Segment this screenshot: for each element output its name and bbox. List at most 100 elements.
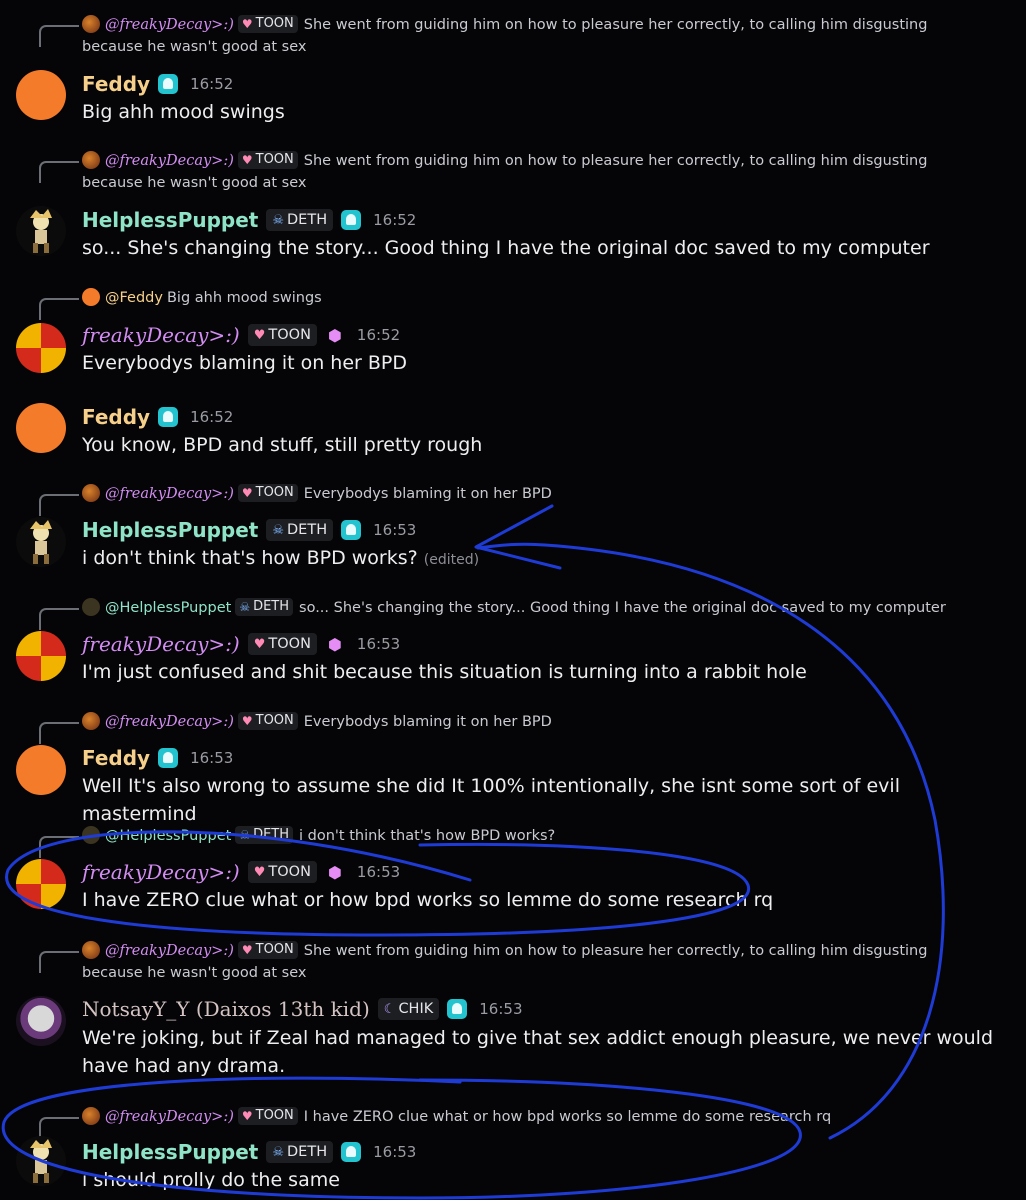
reply-tag-badge: ♥ TOON [237,941,298,959]
reply-author[interactable]: @HelplessPuppet [105,828,231,844]
reply-text: Big ahh mood swings [166,290,322,306]
ghost-badge-icon [341,210,362,230]
avatar[interactable] [16,996,66,1046]
reply-author[interactable]: @Feddy [105,290,163,306]
reply-preview[interactable]: @HelplessPuppet ☠ DETH so... She's changing… [82,597,986,619]
message[interactable]: @freakyDecay>:) ♥ TOON She went from guidin… [0,940,1026,1085]
message[interactable]: @freakyDecay>:) ♥ TOON Everybodys blaming i… [0,483,1026,578]
heart-icon: ♥ [241,153,253,167]
timestamp: 16:53 [356,635,401,653]
reply-text: so... She's changing the story... Good t… [299,600,946,616]
reply-author[interactable]: @HelplessPuppet [105,600,231,616]
reply-connector [39,494,79,516]
reply-preview[interactable]: @freakyDecay>:) ♥ TOON Everybodys blaming i… [82,711,986,733]
author-name[interactable]: HelplessPuppet [82,1140,258,1164]
timestamp: 16:53 [356,863,401,881]
message-text: so... She's changing the story... Good t… [82,237,930,259]
message-header: Feddy 16:52 [82,70,233,98]
message-text: You know, BPD and stuff, still pretty ro… [82,434,483,456]
message-text: Big ahh mood swings [82,101,285,123]
timestamp: 16:52 [190,75,234,93]
heart-icon: ♥ [241,943,253,957]
author-name[interactable]: HelplessPuppet [82,208,258,232]
message-text: We're joking, but if Zeal had managed to… [82,1027,994,1077]
author-name[interactable]: Feddy [82,405,150,429]
reply-text: Everybodys blaming it on her BPD [303,486,552,502]
avatar[interactable] [16,1136,66,1186]
author-name[interactable]: NotsayY_Y (Daixos 13th kid) [82,997,370,1021]
skull-icon: ☠ [272,1144,285,1160]
author-name[interactable]: freakyDecay>:) [82,323,240,347]
gem-icon: ⬢ [327,862,342,882]
reply-author[interactable]: @freakyDecay>:) [105,1109,234,1125]
reply-text: I have ZERO clue what or how bpd works s… [303,1109,832,1125]
reply-connector [39,161,79,183]
message-header: HelplessPuppet ☠ DETH 16:53 [82,1138,416,1166]
ghost-badge-icon [447,999,468,1019]
message-header: Feddy 16:53 [82,744,233,772]
message[interactable]: @HelplessPuppet ☠ DETH i don't think that's… [0,825,1026,920]
avatar[interactable] [16,517,66,567]
ghost-badge-icon [158,748,179,768]
reply-author[interactable]: @freakyDecay>:) [105,486,234,502]
reply-preview[interactable]: @freakyDecay>:) ♥ TOON She went from guidin… [82,14,986,58]
avatar[interactable] [16,323,66,373]
ghost-badge-icon [158,407,179,427]
reply-avatar [82,598,100,616]
reply-text: Everybodys blaming it on her BPD [303,714,552,730]
reply-avatar [82,941,100,959]
message[interactable]: @freakyDecay>:) ♥ TOON I have ZERO clue wha… [0,1106,1026,1200]
message-header: HelplessPuppet ☠ DETH 16:53 [82,516,416,544]
message-header: Feddy 16:52 [82,403,233,431]
reply-preview[interactable]: @freakyDecay>:) ♥ TOON She went from guidin… [82,150,986,194]
heart-icon: ♥ [241,486,253,500]
message[interactable]: @HelplessPuppet ☠ DETH so... She's changing… [0,597,1026,692]
timestamp: 16:53 [479,1000,523,1018]
reply-connector [39,25,79,47]
author-name[interactable]: Feddy [82,72,150,96]
skull-icon: ☠ [239,828,251,842]
reply-author[interactable]: @freakyDecay>:) [105,714,234,730]
message[interactable]: @freakyDecay>:) ♥ TOON She went from guidin… [0,150,1026,265]
tag-badge: ♥ TOON [247,324,317,346]
reply-author[interactable]: @freakyDecay>:) [105,153,234,169]
message[interactable]: @Feddy Big ahh mood swings freakyDecay>:)… [0,287,1026,382]
gem-icon: ⬢ [327,325,342,345]
reply-preview[interactable]: @HelplessPuppet ☠ DETH i don't think that's… [82,825,986,847]
author-name[interactable]: HelplessPuppet [82,518,258,542]
gem-icon: ⬢ [327,634,342,654]
tag-badge: ☠ DETH [266,519,334,541]
reply-preview[interactable]: @freakyDecay>:) ♥ TOON I have ZERO clue wha… [82,1106,986,1128]
message-text: Everybodys blaming it on her BPD [82,352,408,374]
timestamp: 16:52 [190,408,234,426]
avatar[interactable] [16,70,66,120]
author-name[interactable]: freakyDecay>:) [82,860,240,884]
avatar[interactable] [16,745,66,795]
message-text: i should prolly do the same [82,1169,340,1191]
reply-preview[interactable]: @Feddy Big ahh mood swings [82,287,986,309]
puppet-avatar-icon [30,520,52,564]
avatar[interactable] [16,403,66,453]
timestamp: 16:53 [190,749,234,767]
reply-preview[interactable]: @freakyDecay>:) ♥ TOON Everybodys blaming i… [82,483,986,505]
author-name[interactable]: freakyDecay>:) [82,632,240,656]
reply-connector [39,298,79,320]
reply-preview[interactable]: @freakyDecay>:) ♥ TOON She went from guidin… [82,940,986,984]
avatar[interactable] [16,206,66,256]
message[interactable]: Feddy 16:52 You know, BPD and stuff, sti… [0,403,1026,468]
message[interactable]: @freakyDecay>:) ♥ TOON Everybodys blaming i… [0,711,1026,825]
reply-author[interactable]: @freakyDecay>:) [105,17,234,33]
message-text: i don't think that's how BPD works? (edi… [82,547,480,569]
avatar[interactable] [16,859,66,909]
avatar[interactable] [16,631,66,681]
skull-icon: ☠ [272,522,285,538]
timestamp: 16:53 [373,521,417,539]
author-name[interactable]: Feddy [82,746,150,770]
reply-text: i don't think that's how BPD works? [299,828,556,844]
reply-tag-badge: ♥ TOON [237,484,298,502]
tag-badge: ♥ TOON [247,633,317,655]
message-text: I have ZERO clue what or how bpd works s… [82,889,774,911]
timestamp: 16:53 [373,1143,417,1161]
message[interactable]: @freakyDecay>:) ♥ TOON She went from guidin… [0,14,1026,124]
reply-author[interactable]: @freakyDecay>:) [105,943,234,959]
